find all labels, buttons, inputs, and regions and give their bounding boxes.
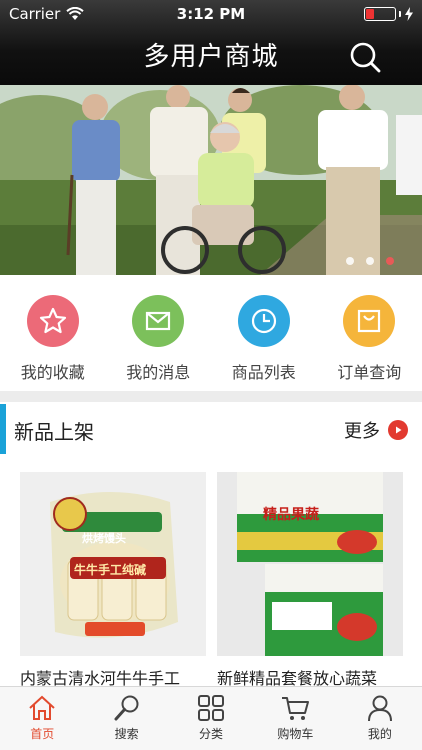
- tab-label: 首页: [30, 727, 55, 741]
- quick-item-orders[interactable]: 订单查询: [317, 275, 422, 391]
- user-icon: [367, 695, 392, 722]
- carousel-dot-active[interactable]: [386, 257, 394, 265]
- package-title: 烘烤馒头: [82, 532, 126, 545]
- product-name[interactable]: 新鲜精品套餐放心蔬菜: [217, 665, 417, 687]
- tab-categories[interactable]: 分类: [169, 687, 253, 750]
- battery-icon: [364, 7, 414, 21]
- more-label: 更多: [344, 421, 380, 442]
- top-bar: Carrier 3:12 PM 多用户商城: [0, 0, 422, 85]
- quick-item-product-list[interactable]: 商品列表: [211, 275, 317, 391]
- quick-item-label: 商品列表: [231, 363, 296, 382]
- product-name[interactable]: 内蒙古清水河牛牛手工: [20, 665, 220, 687]
- product-box-image: [217, 472, 403, 656]
- quick-item-label: 我的收藏: [20, 363, 85, 382]
- product-card[interactable]: 精品果蔬 新鲜精品套餐放心蔬菜: [217, 472, 403, 687]
- bag-icon: [343, 295, 396, 347]
- quick-item-favorites[interactable]: 我的收藏: [0, 275, 106, 391]
- carousel-dot[interactable]: [346, 257, 354, 265]
- search-icon: [114, 695, 139, 721]
- search-icon[interactable]: [348, 40, 382, 74]
- tab-label: 我的: [367, 727, 392, 741]
- envelope-icon: [132, 295, 185, 347]
- tab-label: 分类: [199, 727, 224, 741]
- tab-label: 搜索: [114, 727, 139, 741]
- section-accent-bar: [0, 404, 6, 454]
- tab-label: 购物车: [277, 727, 314, 741]
- quick-item-messages[interactable]: 我的消息: [106, 275, 212, 391]
- section-divider: [0, 391, 422, 402]
- play-arrow-icon: [388, 420, 408, 440]
- home-icon: [29, 695, 55, 720]
- package-text: 牛牛手工纯碱: [74, 563, 147, 577]
- quick-menu: 我的收藏 我的消息 商品列表 订单查询: [0, 275, 422, 391]
- banner-carousel[interactable]: [0, 85, 422, 275]
- more-button[interactable]: 更多: [344, 417, 408, 443]
- package-title: 精品果蔬: [263, 507, 319, 523]
- tab-search[interactable]: 搜索: [84, 687, 168, 750]
- clock-icon: [237, 295, 290, 347]
- cart-icon: [282, 697, 310, 720]
- banner-image: [0, 85, 422, 275]
- status-bar: Carrier 3:12 PM: [0, 0, 422, 30]
- tab-home[interactable]: 首页: [0, 687, 84, 750]
- tab-profile[interactable]: 我的: [338, 687, 422, 750]
- product-image: 烘烤馒头 牛牛手工纯碱: [20, 472, 206, 656]
- tab-cart[interactable]: 购物车: [253, 687, 337, 750]
- bottom-tab-bar: 首页 搜索 分类 购物车 我的: [0, 686, 422, 750]
- quick-item-label: 我的消息: [126, 363, 191, 382]
- carousel-indicator[interactable]: [346, 257, 394, 265]
- status-time: 3:12 PM: [176, 5, 246, 23]
- grid-icon: [198, 695, 225, 721]
- star-icon: [26, 295, 79, 347]
- product-image: 精品果蔬: [217, 472, 403, 656]
- new-arrivals-header: 新品上架 更多: [0, 402, 422, 454]
- quick-item-label: 订单查询: [337, 363, 402, 382]
- product-card[interactable]: 烘烤馒头 牛牛手工纯碱 内蒙古清水河牛牛手工: [20, 472, 206, 687]
- carousel-dot[interactable]: [366, 257, 374, 265]
- product-grid: 烘烤馒头 牛牛手工纯碱 内蒙古清水河牛牛手工 精品果蔬 新鲜精品套餐放心蔬菜: [0, 472, 422, 687]
- charging-icon: [405, 7, 413, 21]
- section-title: 新品上架: [14, 420, 94, 444]
